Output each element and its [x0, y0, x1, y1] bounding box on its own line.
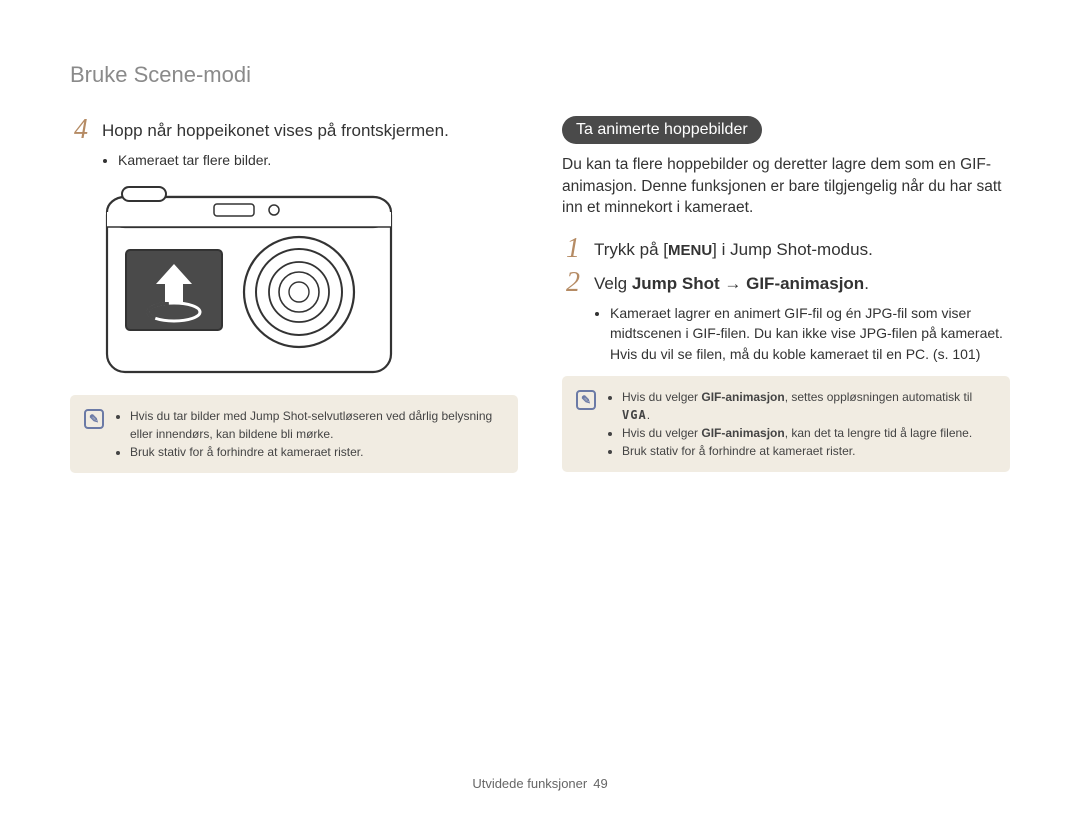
text-fragment: , settes oppløsningen automatisk til [785, 390, 972, 404]
step-number: 4 [70, 116, 92, 144]
text-fragment: → [720, 274, 746, 293]
section-header: Bruke Scene-modi [70, 62, 1010, 88]
note-box-left: ✎ Hvis du tar bilder med Jump Shot-selvu… [70, 395, 518, 473]
step-number: 1 [562, 235, 584, 263]
right-column: Ta animerte hoppebilder Du kan ta flere … [562, 116, 1010, 473]
note-list: Hvis du tar bilder med Jump Shot-selvutl… [130, 407, 504, 461]
step-text: Hopp når hoppeikonet vises på frontskjer… [102, 116, 449, 142]
note-icon: ✎ [576, 390, 596, 410]
note-icon: ✎ [84, 409, 104, 429]
text-fragment: . [647, 408, 650, 422]
step-4: 4 Hopp når hoppeikonet vises på frontskj… [70, 116, 518, 144]
step-2: 2 Velg Jump Shot → GIF-animasjon. [562, 269, 1010, 297]
step-text: Velg Jump Shot → GIF-animasjon. [594, 269, 869, 295]
note-item: Hvis du velger GIF-animasjon, settes opp… [622, 388, 996, 424]
vga-label: VGA [622, 408, 647, 422]
bold-text: GIF-animasjon [701, 390, 784, 404]
left-column: 4 Hopp når hoppeikonet vises på frontskj… [70, 116, 518, 473]
footer-label: Utvidede funksjoner [472, 776, 587, 791]
text-fragment: Hvis du velger [622, 390, 701, 404]
note-item: Hvis du velger GIF-animasjon, kan det ta… [622, 424, 996, 442]
note-item: Bruk stativ for å forhindre at kameraet … [622, 442, 996, 460]
bullet-item: Kameraet lagrer en animert GIF-fil og én… [610, 303, 1010, 364]
step-4-bullets: Kameraet tar flere bilder. [104, 150, 518, 170]
bold-text: GIF-animasjon [701, 426, 784, 440]
note-list: Hvis du velger GIF-animasjon, settes opp… [622, 388, 996, 460]
camera-illustration [104, 182, 518, 377]
text-fragment: . [864, 274, 869, 293]
note-item: Bruk stativ for å forhindre at kameraet … [130, 443, 504, 461]
text-fragment: ] i Jump Shot-modus. [712, 240, 873, 259]
text-fragment: Velg [594, 274, 632, 293]
bold-text: Jump Shot [632, 274, 720, 293]
text-fragment: , kan det ta lengre tid å lagre filene. [785, 426, 972, 440]
step-1: 1 Trykk på [MENU] i Jump Shot-modus. [562, 235, 1010, 263]
note-box-right: ✎ Hvis du velger GIF-animasjon, settes o… [562, 376, 1010, 472]
bullet-item: Kameraet tar flere bilder. [118, 150, 518, 170]
step-text: Trykk på [MENU] i Jump Shot-modus. [594, 235, 873, 261]
menu-label: MENU [668, 242, 712, 259]
page-footer: Utvidede funksjoner 49 [0, 776, 1080, 791]
page-number: 49 [593, 776, 607, 791]
intro-paragraph: Du kan ta flere hoppebilder og deretter … [562, 154, 1010, 219]
step-number: 2 [562, 269, 584, 297]
text-fragment: Hvis du velger [622, 426, 701, 440]
note-item: Hvis du tar bilder med Jump Shot-selvutl… [130, 407, 504, 443]
step-2-bullets: Kameraet lagrer en animert GIF-fil og én… [596, 303, 1010, 364]
text-fragment: Trykk på [ [594, 240, 668, 259]
subsection-pill: Ta animerte hoppebilder [562, 116, 762, 144]
bold-text: GIF-animasjon [746, 274, 864, 293]
